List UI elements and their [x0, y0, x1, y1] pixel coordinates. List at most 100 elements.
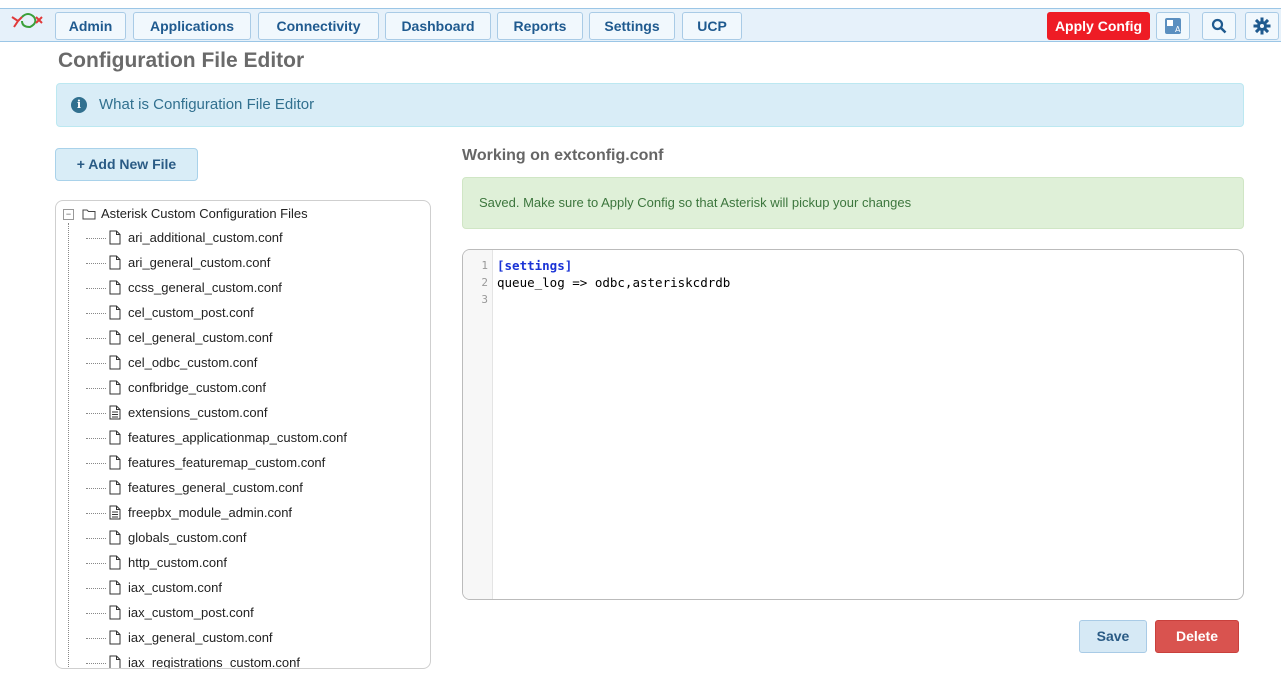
settings-button[interactable] — [1245, 12, 1279, 40]
save-button[interactable]: Save — [1079, 620, 1147, 653]
tree-branch-line — [86, 488, 106, 489]
gear-icon — [1253, 17, 1271, 35]
page-title: Configuration File Editor — [58, 49, 305, 72]
file-icon — [109, 480, 121, 495]
tree-file-label: ari_general_custom.conf — [128, 255, 271, 270]
tree-branch-line — [86, 363, 106, 364]
search-button[interactable] — [1202, 12, 1236, 40]
info-panel[interactable]: i What is Configuration File Editor — [56, 83, 1244, 127]
tree-file-label: extensions_custom.conf — [128, 405, 268, 420]
file-icon — [109, 355, 121, 370]
tree-branch-line — [86, 238, 106, 239]
tree-file-item[interactable]: iax_custom_post.conf — [86, 601, 426, 626]
working-on-heading: Working on extconfig.conf — [462, 147, 664, 164]
file-icon — [109, 580, 121, 595]
tree-file-item[interactable]: freepbx_module_admin.conf — [86, 501, 426, 526]
info-panel-label: What is Configuration File Editor — [99, 96, 315, 113]
file-icon — [109, 380, 121, 395]
code-editor[interactable]: 1 2 3 [settings] queue_log => odbc,asterisk… — [462, 249, 1244, 600]
tree-branch-line — [86, 288, 106, 289]
file-icon — [109, 330, 121, 345]
tree-file-item[interactable]: ari_additional_custom.conf — [86, 226, 426, 251]
language-button[interactable]: A — [1156, 12, 1190, 40]
tree-file-label: confbridge_custom.conf — [128, 380, 267, 395]
tree-branch-line — [86, 263, 106, 264]
tree-branch-line — [86, 563, 106, 564]
tree-file-item[interactable]: confbridge_custom.conf — [86, 376, 426, 401]
tree-file-label: cel_general_custom.conf — [128, 330, 273, 345]
apply-config-button[interactable]: Apply Config — [1047, 12, 1150, 40]
svg-text:A: A — [1175, 25, 1181, 34]
tree-file-item[interactable]: iax_registrations_custom.conf — [86, 651, 426, 668]
file-icon — [109, 530, 121, 545]
line-number: 3 — [481, 293, 488, 306]
folder-icon — [82, 209, 96, 220]
tree-file-label: features_general_custom.conf — [128, 480, 303, 495]
nav-ucp[interactable]: UCP — [682, 12, 742, 40]
file-icon — [109, 305, 121, 320]
file-tree[interactable]: − Asterisk Custom Configuration Files ar… — [55, 200, 431, 669]
tree-branch-line — [86, 638, 106, 639]
top-nav: Admin Applications Connectivity Dashboar… — [0, 8, 1281, 42]
code-line[interactable]: queue_log => odbc,asteriskcdrdb — [497, 275, 730, 290]
tree-file-item[interactable]: extensions_custom.conf — [86, 401, 426, 426]
tree-guide-line — [68, 223, 69, 668]
tree-branch-line — [86, 413, 106, 414]
tree-file-label: ari_additional_custom.conf — [128, 230, 283, 245]
line-number: 2 — [481, 276, 488, 289]
tree-file-label: cel_custom_post.conf — [128, 305, 254, 320]
tree-file-item[interactable]: cel_custom_post.conf — [86, 301, 426, 326]
tree-file-item[interactable]: ari_general_custom.conf — [86, 251, 426, 276]
freepbx-logo-icon[interactable] — [8, 11, 48, 35]
tree-file-item[interactable]: features_featuremap_custom.conf — [86, 451, 426, 476]
text-file-icon — [109, 505, 121, 520]
tree-branch-line — [86, 338, 106, 339]
nav-applications[interactable]: Applications — [133, 12, 251, 40]
delete-button[interactable]: Delete — [1155, 620, 1239, 653]
tree-file-label: http_custom.conf — [128, 555, 227, 570]
file-icon — [109, 555, 121, 570]
tree-file-label: ccss_general_custom.conf — [128, 280, 282, 295]
add-new-file-button[interactable]: + Add New File — [55, 148, 198, 181]
tree-file-item[interactable]: http_custom.conf — [86, 551, 426, 576]
tree-file-item[interactable]: ccss_general_custom.conf — [86, 276, 426, 301]
file-icon — [109, 655, 121, 668]
tree-file-item[interactable]: cel_general_custom.conf — [86, 326, 426, 351]
file-icon — [109, 605, 121, 620]
tree-file-label: globals_custom.conf — [128, 530, 247, 545]
language-icon: A — [1165, 18, 1181, 34]
tree-file-item[interactable]: iax_custom.conf — [86, 576, 426, 601]
tree-branch-line — [86, 438, 106, 439]
tree-root[interactable]: − Asterisk Custom Configuration Files — [56, 203, 426, 225]
nav-reports[interactable]: Reports — [497, 12, 583, 40]
tree-branch-line — [86, 463, 106, 464]
tree-branch-line — [86, 313, 106, 314]
tree-branch-line — [86, 588, 106, 589]
file-icon — [109, 630, 121, 645]
file-icon — [109, 430, 121, 445]
tree-file-item[interactable]: globals_custom.conf — [86, 526, 426, 551]
tree-file-label: iax_custom.conf — [128, 580, 222, 595]
collapse-toggle-icon[interactable]: − — [63, 209, 74, 220]
nav-dashboard[interactable]: Dashboard — [385, 12, 491, 40]
tree-file-item[interactable]: iax_general_custom.conf — [86, 626, 426, 651]
nav-connectivity[interactable]: Connectivity — [258, 12, 379, 40]
nav-admin[interactable]: Admin — [55, 12, 126, 40]
line-number-gutter: 1 2 3 — [463, 250, 493, 599]
file-icon — [109, 230, 121, 245]
file-icon — [109, 455, 121, 470]
tree-branch-line — [86, 388, 106, 389]
code-line[interactable]: [settings] — [497, 258, 572, 273]
tree-file-label: features_featuremap_custom.conf — [128, 455, 326, 470]
tree-branch-line — [86, 513, 106, 514]
tree-branch-line — [86, 613, 106, 614]
line-number: 1 — [481, 259, 488, 272]
file-icon — [109, 255, 121, 270]
tree-file-item[interactable]: features_applicationmap_custom.conf — [86, 426, 426, 451]
file-icon — [109, 280, 121, 295]
tree-file-label: cel_odbc_custom.conf — [128, 355, 258, 370]
nav-settings[interactable]: Settings — [589, 12, 675, 40]
tree-file-label: freepbx_module_admin.conf — [128, 505, 293, 520]
tree-file-item[interactable]: features_general_custom.conf — [86, 476, 426, 501]
tree-file-item[interactable]: cel_odbc_custom.conf — [86, 351, 426, 376]
